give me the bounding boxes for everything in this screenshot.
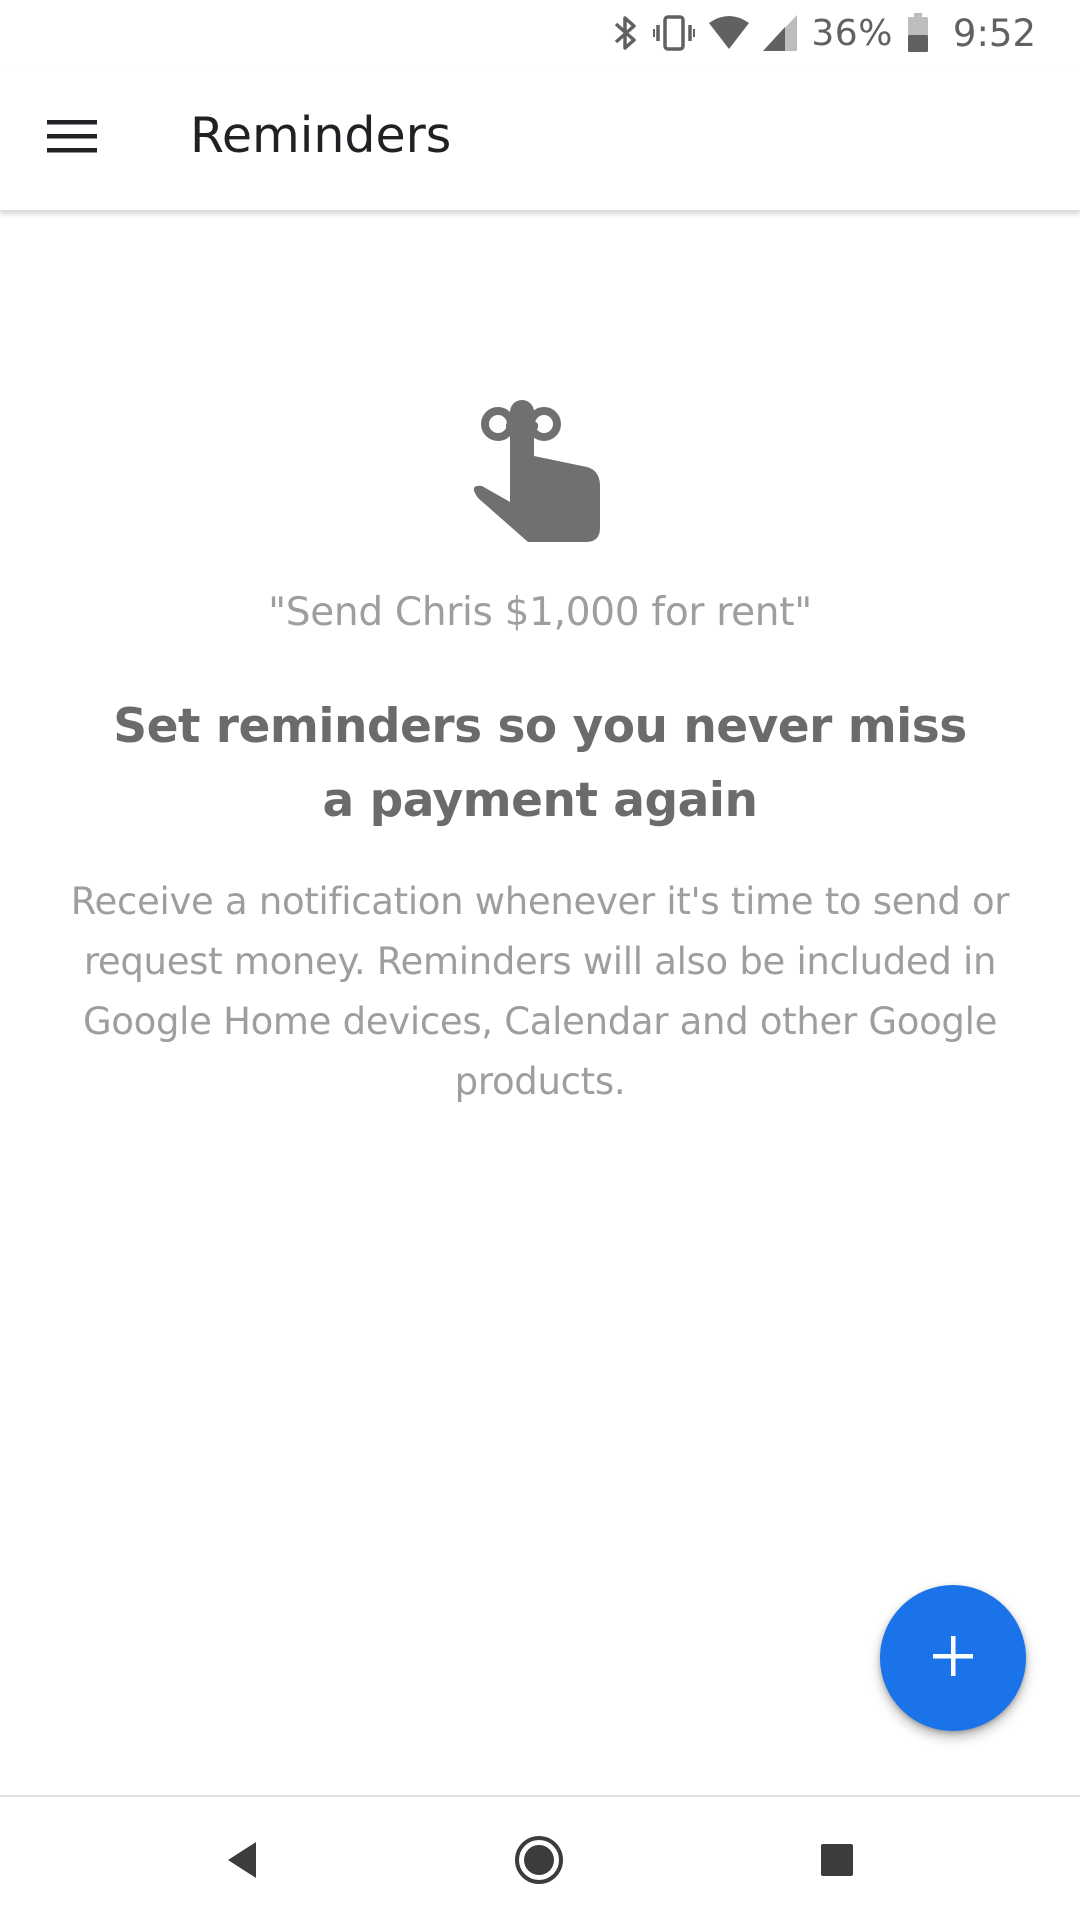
- recents-button[interactable]: [792, 1817, 882, 1907]
- home-icon: [514, 1835, 564, 1890]
- empty-state-description: Receive a notification whenever it's tim…: [70, 880, 1010, 1103]
- status-bar: 36% 9:52: [0, 0, 1080, 66]
- system-nav-bar: [0, 1795, 1080, 1920]
- vibrate-icon: [653, 13, 696, 53]
- cell-signal-icon: [763, 15, 798, 51]
- bluetooth-icon: [613, 13, 639, 53]
- back-button[interactable]: [197, 1817, 287, 1907]
- battery-percent: 36%: [811, 12, 893, 54]
- empty-state: "Send Chris $1,000 for rent" Set reminde…: [0, 212, 1080, 1792]
- recents-icon: [819, 1842, 855, 1883]
- plus-icon: [933, 1635, 973, 1681]
- reminders-screen: 36% 9:52 Reminders "Send Chris $1,000 fo…: [0, 0, 1080, 1920]
- status-icons: 36% 9:52: [613, 6, 1036, 60]
- finger-with-string-icon: [470, 394, 610, 554]
- app-bar: Reminders: [0, 66, 1080, 211]
- clock: 9:52: [952, 11, 1036, 55]
- menu-button[interactable]: [30, 102, 114, 174]
- add-reminder-button[interactable]: [880, 1585, 1026, 1731]
- battery-icon: [907, 13, 929, 53]
- wifi-icon: [709, 15, 750, 51]
- page-title: Reminders: [190, 107, 452, 164]
- hamburger-menu-icon: [47, 118, 97, 159]
- example-reminder-text: "Send Chris $1,000 for rent": [268, 590, 812, 635]
- back-icon: [224, 1840, 260, 1885]
- home-button[interactable]: [494, 1817, 584, 1907]
- empty-state-headline: Set reminders so you never miss a paymen…: [113, 699, 967, 828]
